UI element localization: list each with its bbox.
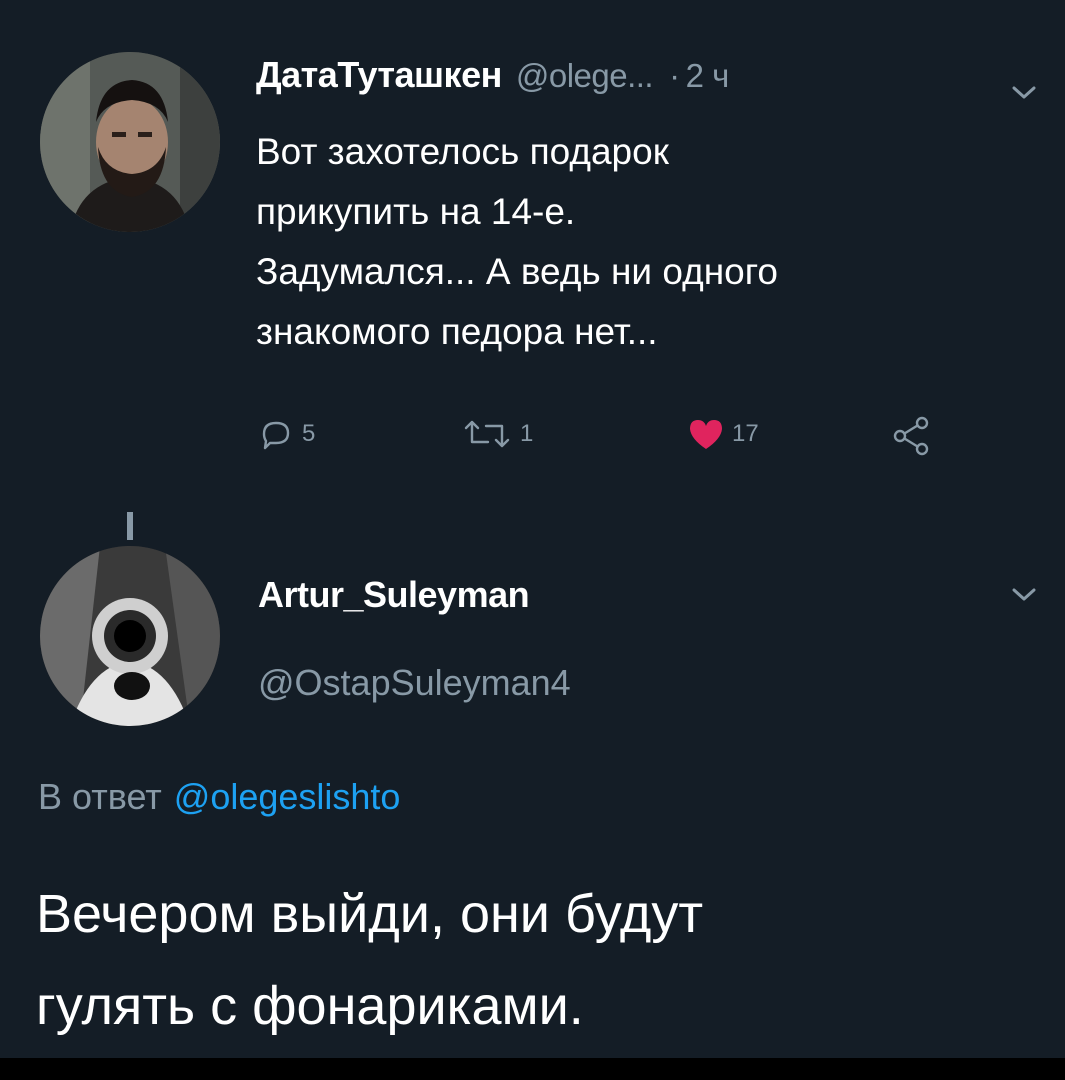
author-avatar[interactable] (40, 52, 220, 232)
thread-connector-line (127, 512, 133, 540)
author-header: ДатаТуташкен @olege... · 2 ч (256, 54, 729, 96)
tweet-text: Вот захотелось подарок прикупить на 14-е… (256, 131, 778, 352)
heart-icon (690, 420, 722, 449)
reply-author-handle[interactable]: @OstapSuleyman4 (258, 662, 571, 704)
author-handle[interactable]: @olege... (516, 57, 654, 95)
reply-count: 5 (302, 420, 316, 447)
reply-author-name[interactable]: Artur_Suleyman (258, 574, 530, 616)
reply-to-prefix: В ответ (38, 776, 162, 817)
tweet-actions: 5 1 17 (256, 414, 976, 464)
chevron-down-icon[interactable] (1008, 584, 1040, 604)
reply-author-avatar[interactable] (40, 546, 220, 726)
tweet-time[interactable]: 2 ч (686, 57, 730, 95)
reply-text: Вечером выйди, они будут гулять с фонари… (36, 884, 704, 1036)
share-button[interactable] (890, 414, 934, 458)
separator-dot: · (669, 57, 680, 94)
retweet-icon (464, 420, 510, 448)
retweet-count: 1 (520, 420, 534, 447)
bearded-man-avatar-icon (40, 52, 220, 232)
tweet-thread-screen: ДатаТуташкен @olege... · 2 ч Вот захотел… (0, 0, 1065, 1058)
chevron-down-icon[interactable] (1008, 82, 1040, 102)
bottom-band (0, 1058, 1065, 1080)
share-icon (893, 416, 929, 456)
reply-to-line: В ответ @olegeslishto (38, 776, 400, 818)
like-button[interactable]: 17 (686, 414, 759, 454)
author-name[interactable]: ДатаТуташкен (256, 54, 502, 96)
like-count: 17 (732, 420, 759, 447)
retweet-button[interactable]: 1 (460, 414, 533, 454)
gun-pointing-avatar-icon (40, 546, 220, 726)
reply-button[interactable]: 5 (256, 414, 315, 454)
reply-to-mention[interactable]: @olegeslishto (174, 776, 401, 817)
reply-icon (262, 421, 290, 450)
